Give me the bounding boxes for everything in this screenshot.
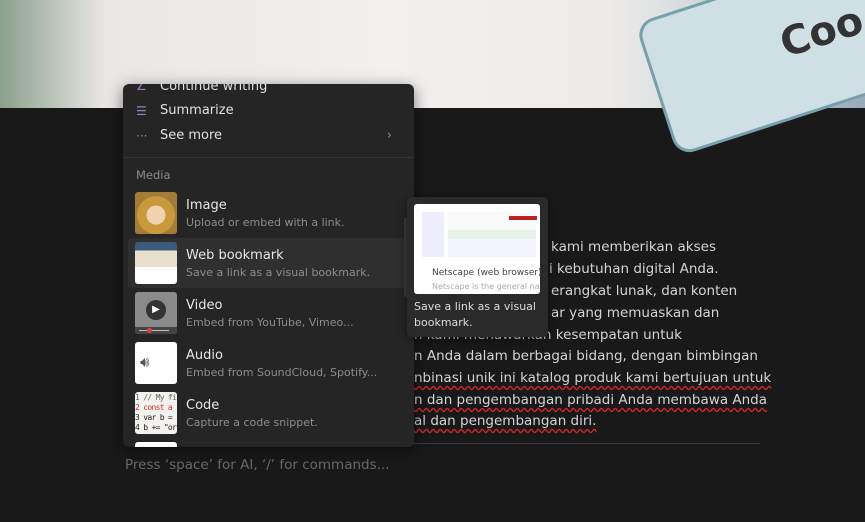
menu-item-code[interactable]: 1 // My fi 2 const a3 var b = 4 b += "or C…: [128, 388, 409, 438]
body-line: kami memberikan akses: [551, 239, 716, 255]
menu-item-image[interactable]: Image Upload or embed with a link.: [128, 188, 409, 238]
editor-placeholder[interactable]: Press ‘space’ for AI, ‘/’ for commands..…: [125, 457, 390, 473]
play-icon: ▶: [146, 300, 166, 320]
body-line: n Anda dalam berbagai bidang, dengan bim…: [414, 348, 758, 364]
pen-icon: ∠: [136, 84, 147, 93]
menu-item-web-bookmark[interactable]: Web bookmark Save a link as a visual book…: [128, 238, 409, 288]
menu-item-continue-writing[interactable]: ∠ Continue writing: [123, 84, 414, 94]
menu-item-summarize[interactable]: ☰ Summarize: [123, 98, 414, 123]
bookmark-tooltip: Netscape (web browser) - Netscape is the…: [407, 197, 548, 337]
body-line: erangkat lunak, dan konten: [551, 283, 738, 299]
menu-item-see-more[interactable]: ··· See more ›: [123, 123, 414, 148]
video-thumbnail: ▶: [135, 292, 177, 334]
cover-card-graphic: Coo: [634, 0, 865, 157]
body-line: nbinasi unik ini katalog produk kami ber…: [414, 370, 772, 386]
bookmark-preview: Netscape (web browser) - Netscape is the…: [414, 204, 540, 294]
speaker-icon: 🔊︎: [140, 353, 150, 371]
audio-thumbnail: 🔊︎: [135, 342, 177, 384]
summarize-icon: ☰: [136, 103, 147, 118]
menu-item-video[interactable]: ▶ Video Embed from YouTube, Vimeo...: [128, 288, 409, 338]
image-thumbnail: [135, 192, 177, 234]
slash-command-menu: ∠ Continue writing ☰ Summarize ··· See more…: [123, 84, 414, 447]
menu-item-audio[interactable]: 🔊︎ Audio Embed from SoundCloud, Spotify..…: [128, 338, 409, 388]
menu-item-next[interactable]: [128, 438, 409, 447]
body-line: al dan pengembangan diri.: [414, 413, 597, 429]
section-label: Media: [136, 168, 171, 182]
code-thumbnail: 1 // My fi 2 const a3 var b = 4 b += "or: [135, 392, 177, 434]
body-line: n dan pengembangan pribadi Anda membawa …: [414, 392, 768, 408]
body-line: ar yang memuaskan dan: [551, 305, 720, 321]
web-bookmark-thumbnail: [135, 242, 177, 284]
body-line: i kebutuhan digital Anda.: [549, 261, 719, 277]
more-icon: ···: [136, 128, 148, 143]
chevron-right-icon: ›: [386, 128, 392, 143]
